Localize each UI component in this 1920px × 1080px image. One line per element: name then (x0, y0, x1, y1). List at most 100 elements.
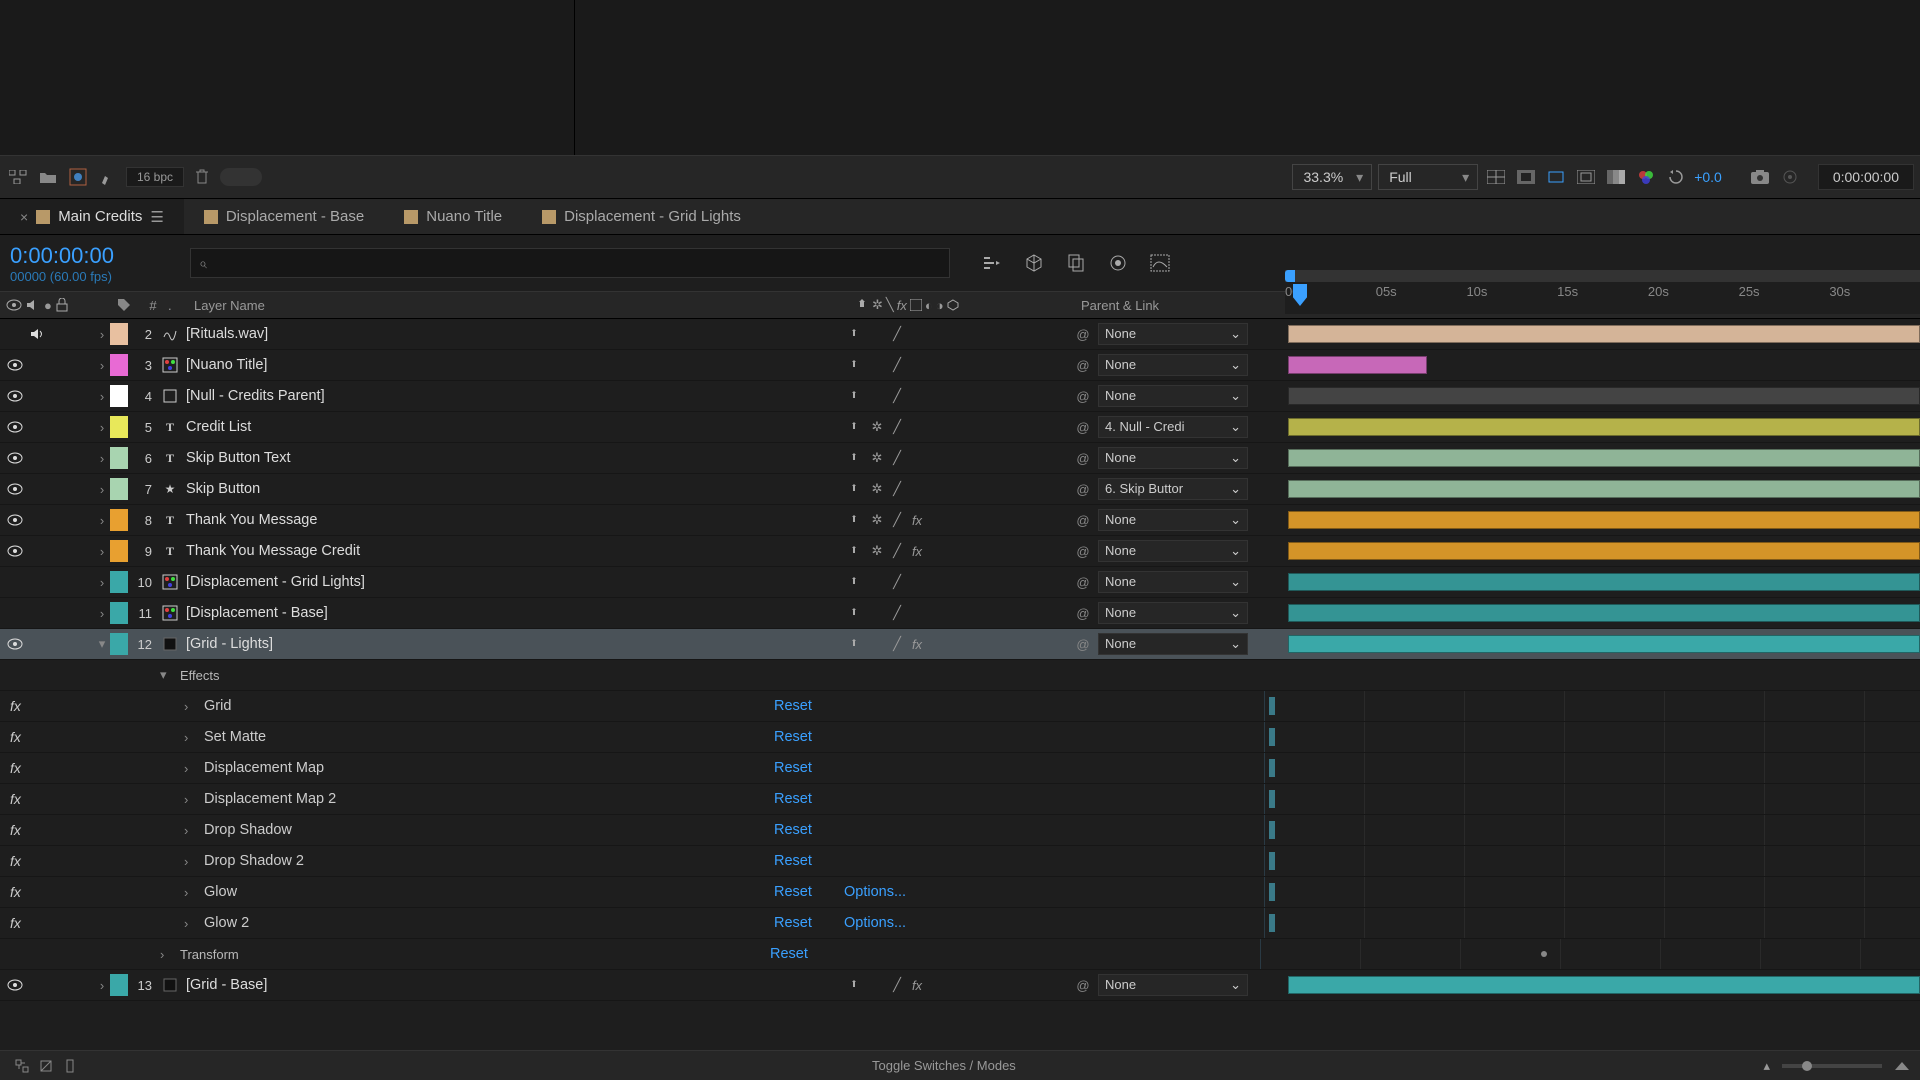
layer-name[interactable]: [Rituals.wav] (182, 326, 848, 342)
visibility-toggle[interactable] (6, 480, 24, 498)
pickwhip-icon[interactable]: @ (1068, 327, 1098, 342)
label-color[interactable] (110, 354, 128, 376)
layer-name[interactable]: Credit List (182, 419, 848, 435)
lock-toggle[interactable] (72, 356, 90, 374)
effect-row[interactable]: fx›Displacement MapReset (0, 753, 1920, 784)
current-time-block[interactable]: 0:00:00:00 00000 (60.00 fps) (10, 243, 180, 284)
twirl-icon[interactable]: › (94, 482, 110, 497)
layer-duration-bar[interactable] (1288, 385, 1920, 407)
solo-toggle[interactable] (50, 542, 68, 560)
layer-switches[interactable]: ╱ (848, 605, 1068, 621)
parent-dropdown[interactable]: None⌄ (1098, 974, 1248, 996)
reset-link[interactable]: Reset (774, 915, 844, 931)
audio-toggle[interactable] (28, 449, 46, 467)
guides-icon[interactable] (1574, 165, 1598, 189)
3d-switch-icon[interactable] (947, 299, 959, 311)
label-color[interactable] (110, 416, 128, 438)
exposure-value[interactable]: +0.0 (1694, 169, 1722, 185)
label-color[interactable] (110, 974, 128, 996)
snapshot-icon[interactable] (1748, 165, 1772, 189)
reset-link[interactable]: Reset (774, 822, 844, 838)
effect-timeline-lane[interactable] (1264, 784, 1920, 814)
parent-dropdown[interactable]: None⌄ (1098, 571, 1248, 593)
color-mgmt-icon[interactable] (1634, 165, 1658, 189)
parent-dropdown[interactable]: None⌄ (1098, 602, 1248, 624)
work-area-start[interactable] (1285, 270, 1295, 282)
lock-toggle[interactable] (72, 976, 90, 994)
comp-tab[interactable]: Nuano Title (384, 199, 522, 234)
lock-toggle[interactable] (72, 449, 90, 467)
parent-dropdown[interactable]: None⌄ (1098, 354, 1248, 376)
channel-icon[interactable] (1604, 165, 1628, 189)
lock-toggle[interactable] (72, 387, 90, 405)
comp-icon[interactable] (66, 165, 90, 189)
shy-switch[interactable] (848, 359, 866, 371)
layer-duration-bar[interactable] (1288, 602, 1920, 624)
twirl-icon[interactable]: › (94, 575, 110, 590)
effect-row[interactable]: fx›Drop ShadowReset (0, 815, 1920, 846)
quality-switch-icon[interactable]: ╲ (886, 297, 894, 313)
layer-row[interactable]: ›9TThank You Message Credit✲╱fx@None⌄ (0, 536, 1920, 567)
twirl-icon[interactable]: › (184, 885, 204, 900)
tab-menu-icon[interactable]: ☰ (150, 208, 163, 226)
audio-toggle[interactable] (28, 976, 46, 994)
layer-switches[interactable]: ╱fx (848, 977, 1068, 993)
effect-timeline-lane[interactable] (1264, 846, 1920, 876)
pickwhip-icon[interactable]: @ (1068, 420, 1098, 435)
quality-switch[interactable]: ╱ (888, 512, 906, 528)
layer-row[interactable]: ▾12[Grid - Lights]╱fx@None⌄ (0, 629, 1920, 660)
quality-switch[interactable]: ╱ (888, 419, 906, 435)
audio-toggle[interactable] (28, 635, 46, 653)
twirl-icon[interactable]: › (94, 978, 110, 993)
reset-exposure-icon[interactable] (1664, 165, 1688, 189)
parent-dropdown[interactable]: None⌄ (1098, 447, 1248, 469)
comp-tab[interactable]: ×Main Credits☰ (0, 199, 184, 234)
shy-switch[interactable] (848, 979, 866, 991)
reset-link[interactable]: Reset (774, 853, 844, 869)
timeline-zoom-control[interactable]: ▴ (1763, 1058, 1910, 1074)
fx-badge[interactable]: fx (0, 884, 34, 900)
shy-switch[interactable] (848, 576, 866, 588)
folder-icon[interactable] (36, 165, 60, 189)
twirl-icon[interactable]: › (94, 606, 110, 621)
layer-name[interactable]: [Null - Credits Parent] (182, 388, 848, 404)
effects-section[interactable]: ▾Effects (0, 660, 1920, 691)
audio-toggle[interactable] (28, 480, 46, 498)
quality-switch[interactable]: ╱ (888, 543, 906, 559)
effect-row[interactable]: fx›Drop Shadow 2Reset (0, 846, 1920, 877)
quality-switch[interactable]: ╱ (888, 481, 906, 497)
layer-duration-bar[interactable] (1288, 323, 1920, 345)
layer-row[interactable]: ›6TSkip Button Text✲╱@None⌄ (0, 443, 1920, 474)
collapse-switch-icon[interactable]: ✲ (872, 297, 883, 313)
pickwhip-icon[interactable]: @ (1068, 482, 1098, 497)
label-color[interactable] (110, 509, 128, 531)
layer-switches[interactable]: ✲╱fx (848, 512, 1068, 528)
reset-link[interactable]: Reset (774, 729, 844, 745)
frame-blend-switch-icon[interactable] (910, 299, 922, 311)
show-snapshot-icon[interactable] (1778, 165, 1802, 189)
layer-duration-bar[interactable] (1288, 974, 1920, 996)
layer-name[interactable]: [Displacement - Base] (182, 605, 848, 621)
layer-row[interactable]: ›5TCredit List✲╱@4. Null - Credi⌄ (0, 412, 1920, 443)
layer-duration-bar[interactable] (1288, 447, 1920, 469)
quality-switch[interactable]: ╱ (888, 326, 906, 342)
lock-toggle[interactable] (72, 542, 90, 560)
layer-switches[interactable]: ╱ (848, 574, 1068, 590)
layer-row[interactable]: ›4[Null - Credits Parent]╱@None⌄ (0, 381, 1920, 412)
pickwhip-icon[interactable]: @ (1068, 978, 1098, 993)
shy-switch[interactable] (848, 421, 866, 433)
reset-link[interactable]: Reset (774, 791, 844, 807)
solo-toggle[interactable] (50, 387, 68, 405)
toggle-switches-modes-button[interactable]: Toggle Switches / Modes (872, 1058, 1016, 1073)
zoom-out-icon[interactable]: ▴ (1763, 1058, 1770, 1074)
layer-row[interactable]: ›8TThank You Message✲╱fx@None⌄ (0, 505, 1920, 536)
twirl-icon[interactable]: ▾ (94, 636, 110, 652)
parent-dropdown[interactable]: None⌄ (1098, 323, 1248, 345)
flowchart-icon[interactable] (6, 165, 30, 189)
visibility-toggle[interactable] (6, 418, 24, 436)
layer-duration-bar[interactable] (1288, 509, 1920, 531)
current-time[interactable]: 0:00:00:00 (10, 243, 180, 269)
visibility-toggle[interactable] (6, 635, 24, 653)
twirl-icon[interactable]: › (184, 823, 204, 838)
time-ruler[interactable]: 00s05s10s15s20s25s30s (1285, 270, 1920, 314)
